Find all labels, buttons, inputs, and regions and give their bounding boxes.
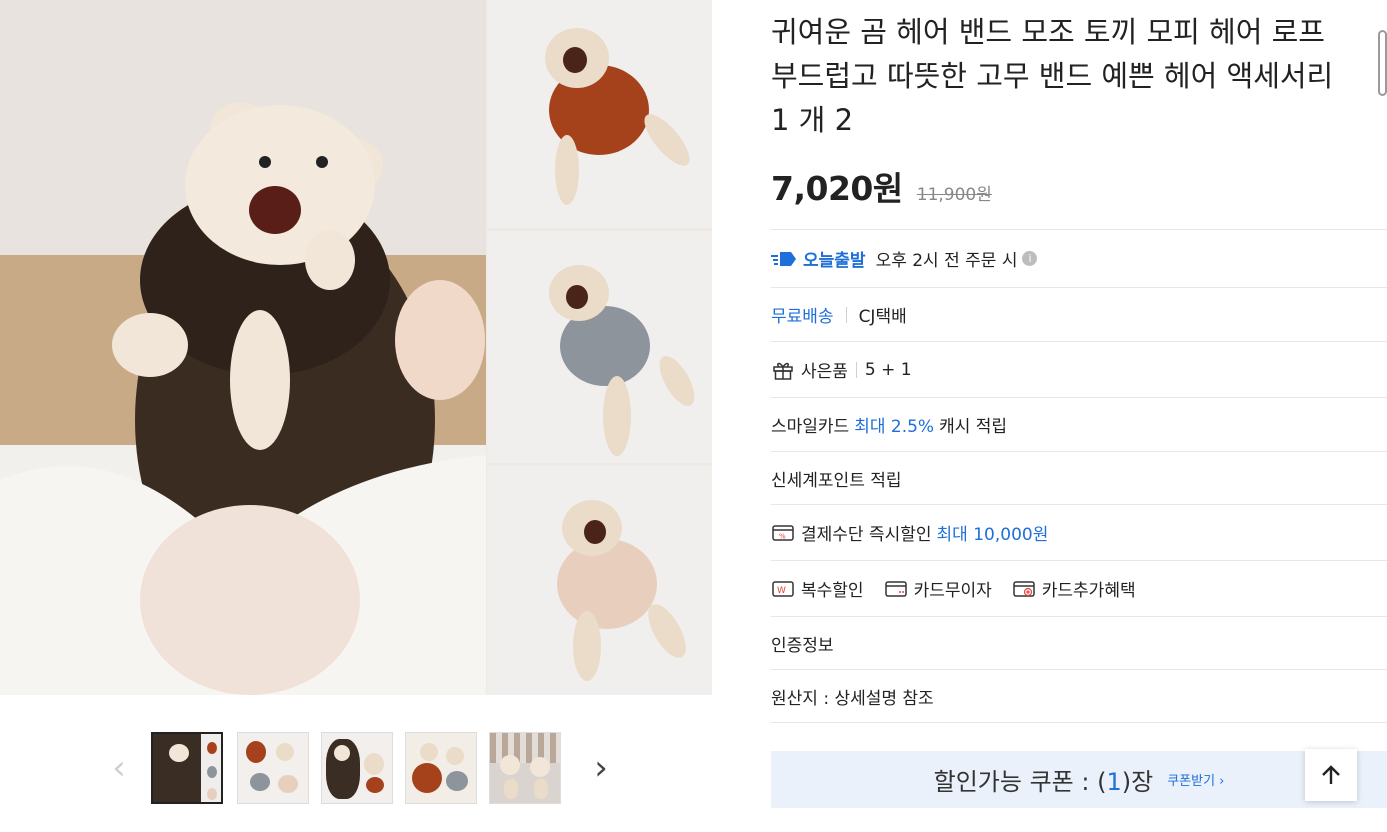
coupon-text: 할인가능 쿠폰 : (1)장 (934, 762, 1154, 797)
free-shipping-label: 무료배송 (771, 307, 834, 327)
gift-icon (771, 358, 795, 382)
carrier-name: CJ택배 (858, 307, 907, 327)
benefit-interest-free[interactable]: 카드무이자 (914, 576, 992, 601)
fast-delivery-icon (771, 247, 797, 271)
discount-card-icon: % (771, 521, 795, 545)
thumbnail-2[interactable] (237, 732, 309, 804)
payment-discount-row[interactable]: % 결제수단 즉시할인 최대 10,000원 (771, 504, 1387, 560)
thumbnail-1[interactable] (151, 732, 223, 804)
gift-row[interactable]: 사은품 5 + 1 (771, 341, 1387, 397)
smile-card-highlight: 최대 2.5% (854, 417, 935, 437)
coupon-suffix: )장 (1121, 768, 1154, 796)
origin-row: 원산지 : 상세설명 참조 (771, 669, 1387, 723)
side-photo-1 (487, 0, 712, 228)
shinsegae-point-row[interactable]: 신세계포인트 적립 (771, 451, 1387, 504)
payment-discount-label: 결제수단 즉시할인 (801, 525, 932, 545)
smile-card-prefix: 스마일카드 (771, 417, 850, 437)
side-photo-2 (487, 231, 712, 463)
svg-text:W: W (777, 586, 786, 596)
main-product-image[interactable] (0, 0, 712, 695)
multi-discount-icon: W (771, 577, 795, 601)
sale-price: 7,020원 (771, 169, 903, 208)
coupon-count: 1 (1106, 768, 1122, 796)
card-benefits-row: W 복수할인 카드무이자 카드추가혜택 (771, 560, 1387, 616)
today-shipping-desc: 오후 2시 전 주문 시 (875, 251, 1018, 271)
chevron-left-icon[interactable]: ‹ (104, 750, 134, 786)
product-info-panel: 귀여운 곰 헤어 밴드 모조 토끼 모피 헤어 로프 부드럽고 따뜻한 고무 밴… (771, 0, 1387, 832)
main-photo (0, 0, 486, 695)
shinsegae-point-label: 신세계포인트 적립 (771, 470, 902, 491)
certification-row[interactable]: 인증정보 (771, 616, 1387, 669)
divider (845, 306, 847, 323)
bear-hairband-photo (0, 0, 486, 695)
payment-discount-highlight: 최대 10,000원 (936, 525, 1049, 545)
coupon-banner[interactable]: 할인가능 쿠폰 : (1)장 쿠폰받기 › (771, 751, 1387, 808)
thumbnail-strip: ‹ › (100, 730, 620, 806)
price-row: 7,020원 11,900원 (771, 162, 992, 210)
thumbnail-5[interactable] (489, 732, 561, 804)
smile-card-row[interactable]: 스마일카드 최대 2.5% 캐시 적립 (771, 397, 1387, 451)
original-price: 11,900원 (916, 185, 992, 205)
origin-label: 원산지 : 상세설명 참조 (771, 688, 934, 709)
scroll-top-button[interactable] (1305, 749, 1357, 801)
thumbnail-4[interactable] (405, 732, 477, 804)
product-gallery: ‹ › (0, 0, 712, 832)
divider (855, 361, 857, 378)
today-shipping-label: 오늘출발 (803, 251, 866, 271)
gift-label: 사은품 (801, 362, 848, 382)
benefit-multi-discount[interactable]: 복수할인 (801, 576, 864, 601)
shipping-row: 무료배송 CJ택배 (771, 287, 1387, 341)
certification-label: 인증정보 (771, 635, 834, 656)
svg-text:%: % (779, 532, 786, 540)
thumbnail-3[interactable] (321, 732, 393, 804)
benefit-card-extra[interactable]: 카드추가혜택 (1042, 576, 1136, 601)
card-extra-benefit-icon (1012, 577, 1036, 601)
side-photo-3 (487, 466, 712, 695)
gift-value: 5 + 1 (864, 359, 912, 380)
today-shipping-row: 오늘출발 오후 2시 전 주문 시 i (771, 229, 1387, 287)
arrow-up-icon (1322, 765, 1340, 784)
chevron-right-icon[interactable]: › (586, 750, 616, 786)
scrollbar-thumb[interactable] (1378, 30, 1387, 96)
card-interest-free-icon (884, 577, 908, 601)
product-title: 귀여운 곰 헤어 밴드 모조 토끼 모피 헤어 로프 부드럽고 따뜻한 고무 밴… (771, 15, 1334, 137)
get-coupon-link[interactable]: 쿠폰받기 › (1167, 770, 1224, 789)
coupon-prefix: 할인가능 쿠폰 : ( (933, 768, 1107, 796)
smile-card-suffix: 캐시 적립 (939, 417, 1008, 437)
info-icon[interactable]: i (1022, 251, 1038, 266)
